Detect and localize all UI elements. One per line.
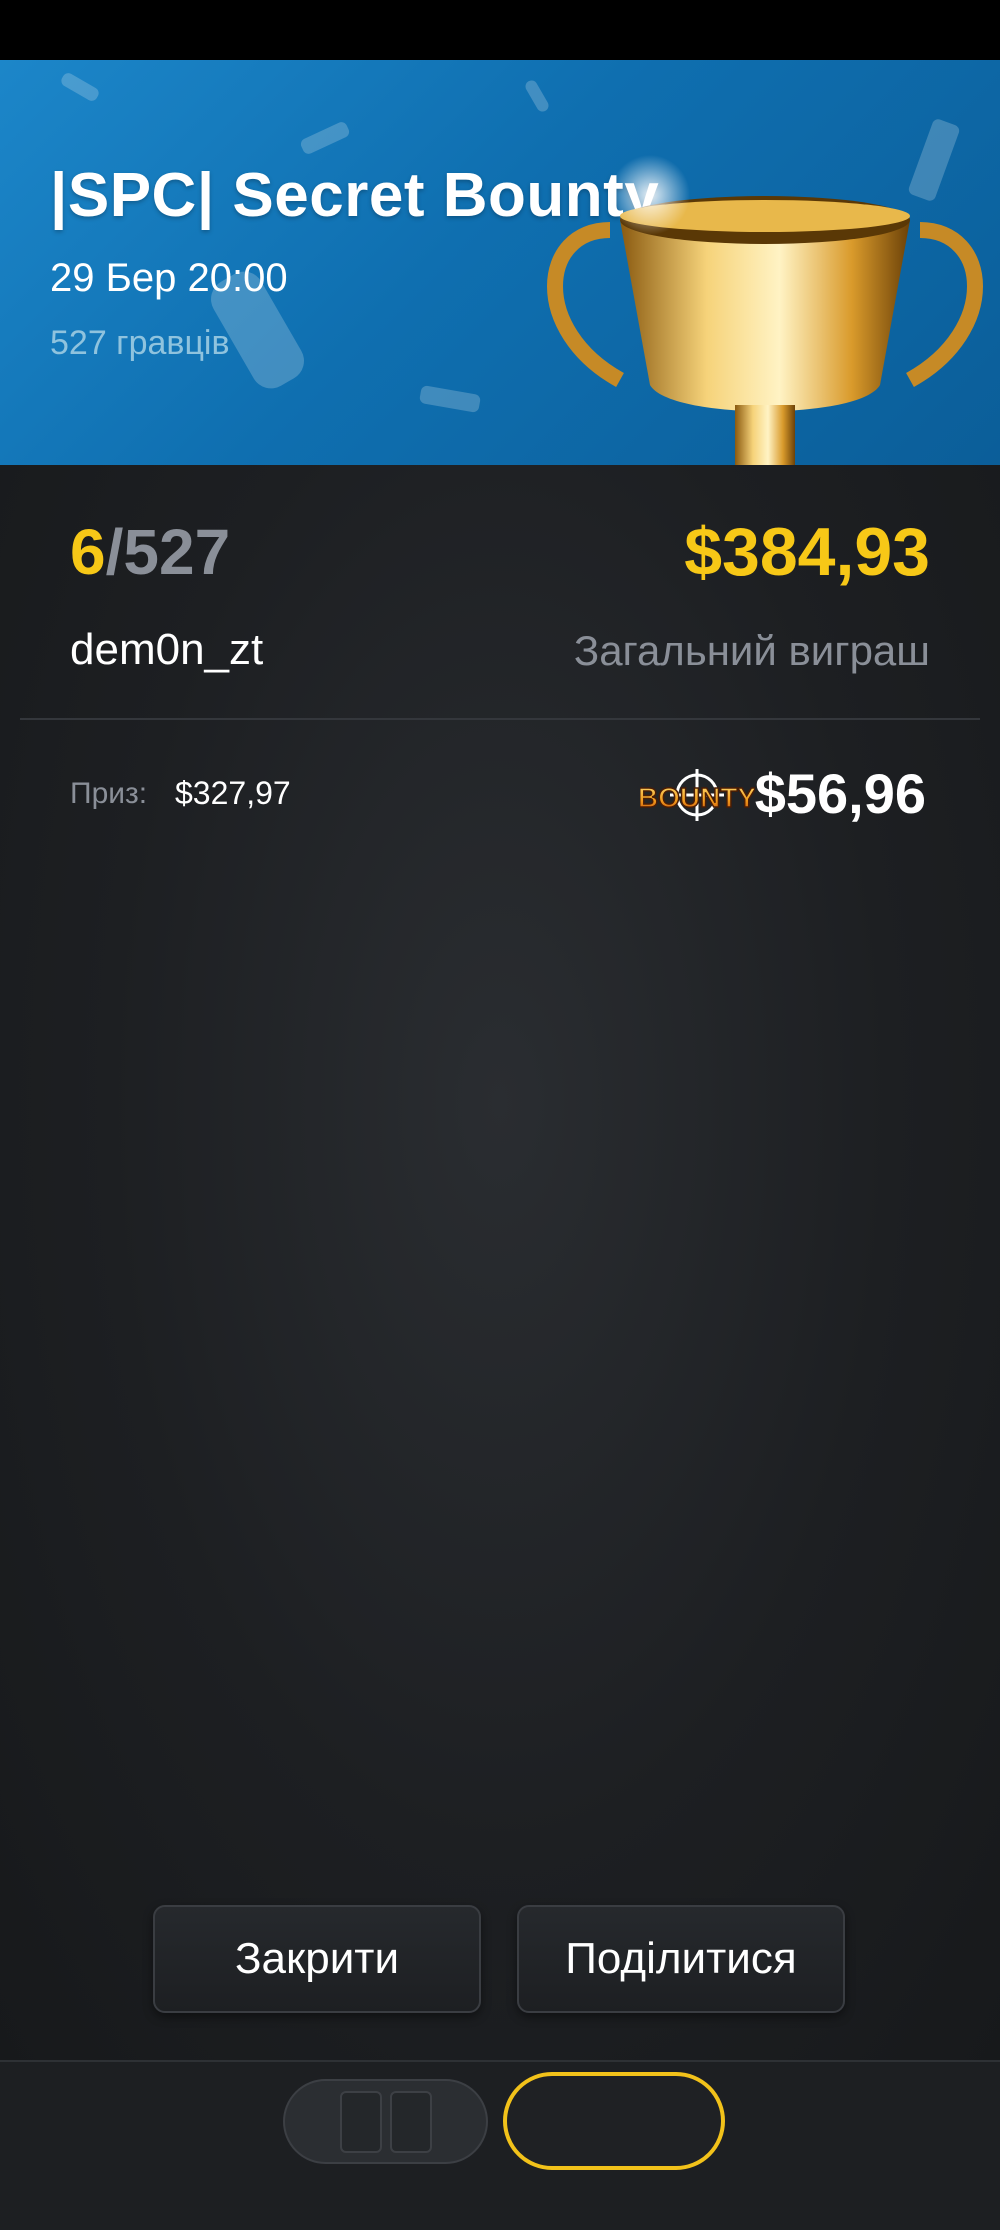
total-winnings-label: Загальний виграш	[573, 627, 930, 674]
bounty-value: $56,96	[754, 762, 926, 825]
total-players: 527	[123, 516, 231, 588]
prize-label: Приз:	[70, 777, 148, 810]
table-slot-icon	[390, 2091, 432, 2153]
trophy-icon	[547, 155, 983, 465]
total-winnings: $384,93	[684, 514, 930, 590]
position-number: 6	[70, 516, 106, 588]
tournament-player-count: 527 гравців	[50, 324, 230, 362]
tournament-result-screen: |SPC| Secret Bounty 29 Бер 20:00 527 гра…	[0, 0, 1000, 2230]
bottom-table-bar	[0, 2060, 1000, 2230]
table-slot-icon	[340, 2091, 382, 2153]
player-username: dem0n_zt	[70, 625, 264, 674]
position-separator: /	[105, 516, 124, 588]
prize-value: $327,97	[175, 775, 291, 811]
bounty-logo: BOUNTY	[640, 769, 755, 821]
finish-position: 6/527	[70, 515, 230, 589]
result-panel: 6/527 $384,93 dem0n_zt Загальний виграш …	[0, 465, 1000, 2060]
svg-text:BOUNTY: BOUNTY	[640, 782, 755, 813]
multi-table-tab[interactable]	[283, 2079, 488, 2164]
share-button[interactable]: Поділитися	[517, 1905, 845, 2013]
tournament-banner: |SPC| Secret Bounty 29 Бер 20:00 527 гра…	[0, 60, 1000, 465]
tournament-date: 29 Бер 20:00	[50, 256, 288, 300]
close-button[interactable]: Закрити	[153, 1905, 481, 2013]
divider	[20, 718, 980, 720]
active-table-tab[interactable]	[503, 2072, 725, 2170]
